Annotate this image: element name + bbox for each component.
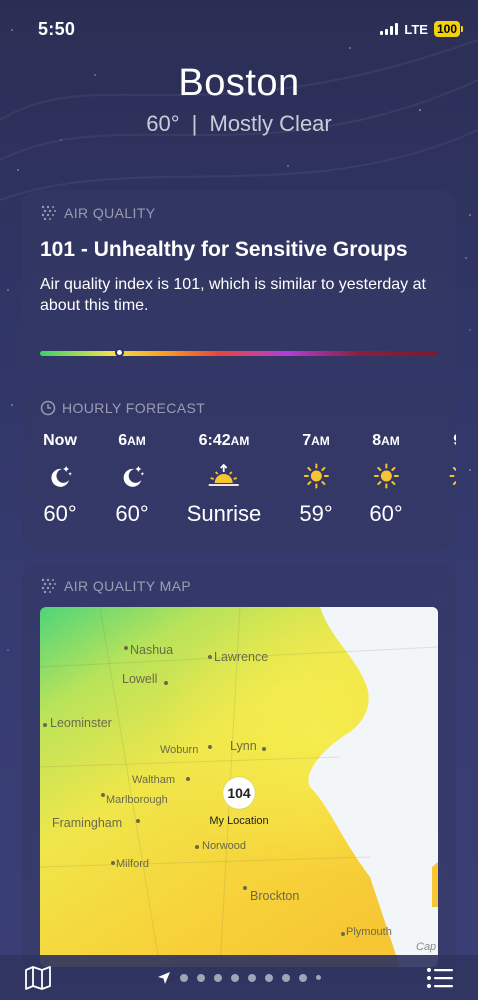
air-quality-map-label-text: AIR QUALITY MAP xyxy=(64,578,192,594)
hour-time-value: 7 xyxy=(302,432,312,449)
city-name: Boston xyxy=(178,62,300,104)
location-arrow-icon[interactable] xyxy=(157,971,171,985)
hour-time: 6AM xyxy=(115,432,148,450)
sun-icon xyxy=(369,463,402,489)
hour-temp: Sunrise xyxy=(186,501,262,526)
hour-time-suffix: AM xyxy=(230,434,250,448)
air-quality-icon xyxy=(41,578,56,594)
air-quality-map-label: AIR QUALITY MAP xyxy=(40,577,438,595)
status-time: 5:50 xyxy=(38,18,76,39)
hour-temp: 60° xyxy=(369,501,403,526)
air-quality-icon xyxy=(41,205,56,221)
place-label-lynn: Lynn xyxy=(230,739,257,753)
moon-stars-icon xyxy=(43,463,77,489)
signal-strength-icon xyxy=(380,23,399,35)
hour-temp: 6 xyxy=(449,501,457,527)
hour-time-suffix: AM xyxy=(311,434,330,448)
hour-time-suffix: AM xyxy=(127,434,146,448)
air-quality-label: AIR QUALITY xyxy=(40,204,438,222)
place-label-lawrence: Lawrence xyxy=(214,650,268,664)
place-label-framingham: Framingham xyxy=(52,816,122,830)
map-attribution: Cap xyxy=(416,941,436,953)
hourly-forecast-item: 9A 6 xyxy=(449,432,456,527)
hourly-forecast-item: 6AM 60° xyxy=(115,432,148,527)
air-quality-indicator xyxy=(114,348,124,357)
page-dot[interactable] xyxy=(214,973,222,982)
place-label-milford: Milford xyxy=(116,858,149,870)
place-label-waltham: Waltham xyxy=(132,774,175,786)
network-type: LTE xyxy=(404,21,428,37)
page-dot[interactable] xyxy=(282,973,290,982)
hour-time: Now xyxy=(43,432,77,450)
place-label-brockton: Brockton xyxy=(250,889,299,903)
hour-time-value: 6 xyxy=(118,432,128,449)
map-icon[interactable] xyxy=(24,965,52,991)
current-condition: Mostly Clear xyxy=(209,111,332,136)
air-quality-map[interactable]: Nashua Lawrence Lowell Leominster Lynn F… xyxy=(40,607,438,967)
hourly-forecast-label: HOURLY FORECAST xyxy=(40,400,438,416)
clock-icon xyxy=(40,400,56,416)
place-label-nashua: Nashua xyxy=(130,643,173,657)
place-label-norwood: Norwood xyxy=(202,840,246,852)
bottom-toolbar xyxy=(0,955,478,1000)
hour-time-suffix: AM xyxy=(381,434,400,448)
aqi-location-value: 104 xyxy=(227,785,251,801)
place-label-lowell: Lowell xyxy=(122,672,157,686)
hour-time-value: 8 xyxy=(372,432,382,449)
air-quality-map-card[interactable]: AIR QUALITY MAP Nashua Lawrence Lowell L… xyxy=(22,563,456,983)
conditions-separator: | xyxy=(191,111,198,136)
battery-icon: 100 xyxy=(433,21,464,37)
hour-time: 7AM xyxy=(299,432,332,450)
sun-icon xyxy=(299,463,332,489)
hour-time: 6:42AM xyxy=(187,432,262,450)
current-temp: 60° xyxy=(146,111,180,136)
hourly-forecast-label-text: HOURLY FORECAST xyxy=(62,400,206,416)
hour-temp: 60° xyxy=(115,501,149,526)
place-label-marlborough: Marlborough xyxy=(106,794,168,806)
list-icon[interactable] xyxy=(426,967,454,989)
my-location-label: My Location xyxy=(209,815,268,827)
page-dot[interactable] xyxy=(299,973,307,982)
hourly-forecast-item: Now 60° xyxy=(43,432,77,527)
hour-time: 9A xyxy=(449,432,456,450)
air-quality-label-text: AIR QUALITY xyxy=(64,205,156,221)
hourly-forecast-item: 6:42AM Sunrise xyxy=(187,432,262,527)
current-conditions: 60° | Mostly Clear xyxy=(0,111,478,137)
hourly-forecast-item: 8AM 60° xyxy=(369,432,402,527)
sun-icon xyxy=(449,463,456,489)
hourly-forecast-list[interactable]: Now60°6AM60°6:42AMSunrise7AM59°8AM60°9A6 xyxy=(22,432,456,542)
hourly-forecast-card[interactable]: HOURLY FORECAST Now 60° 6AM 60° 6:42AM Sunris… xyxy=(22,386,456,549)
place-label-woburn: Woburn xyxy=(160,744,198,756)
air-quality-scale-bar xyxy=(40,351,438,356)
status-indicators: LTE 100 xyxy=(380,21,464,37)
hour-time-value: Now xyxy=(43,432,77,449)
hour-temp: 59° xyxy=(299,501,333,526)
air-quality-title: 101 - Unhealthy for Sensitive Groups xyxy=(40,238,408,261)
air-quality-description: Air quality index is 101, which is simil… xyxy=(40,276,426,314)
hour-time-value: 6:42 xyxy=(198,432,231,449)
page-dot[interactable] xyxy=(265,973,273,982)
place-label-leominster: Leominster xyxy=(50,716,112,730)
page-dot[interactable] xyxy=(316,975,321,980)
status-bar: 5:50 LTE 100 xyxy=(0,0,478,58)
hour-time-value: 9 xyxy=(453,432,456,449)
location-header: Boston 60° | Mostly Clear xyxy=(0,62,478,137)
sunrise-icon xyxy=(187,463,262,489)
moon-stars-icon xyxy=(115,463,148,489)
hour-time: 8AM xyxy=(369,432,402,450)
hour-temp: 60° xyxy=(43,501,77,526)
page-dot[interactable] xyxy=(180,973,188,982)
air-quality-card[interactable]: AIR QUALITY 101 - Unhealthy for Sensitiv… xyxy=(22,190,456,374)
page-dot[interactable] xyxy=(231,973,239,982)
page-indicator[interactable] xyxy=(157,971,321,985)
place-label-plymouth: Plymouth xyxy=(346,926,392,938)
page-dot[interactable] xyxy=(248,973,256,982)
hourly-forecast-item: 7AM 59° xyxy=(299,432,332,527)
page-dot[interactable] xyxy=(197,973,205,982)
